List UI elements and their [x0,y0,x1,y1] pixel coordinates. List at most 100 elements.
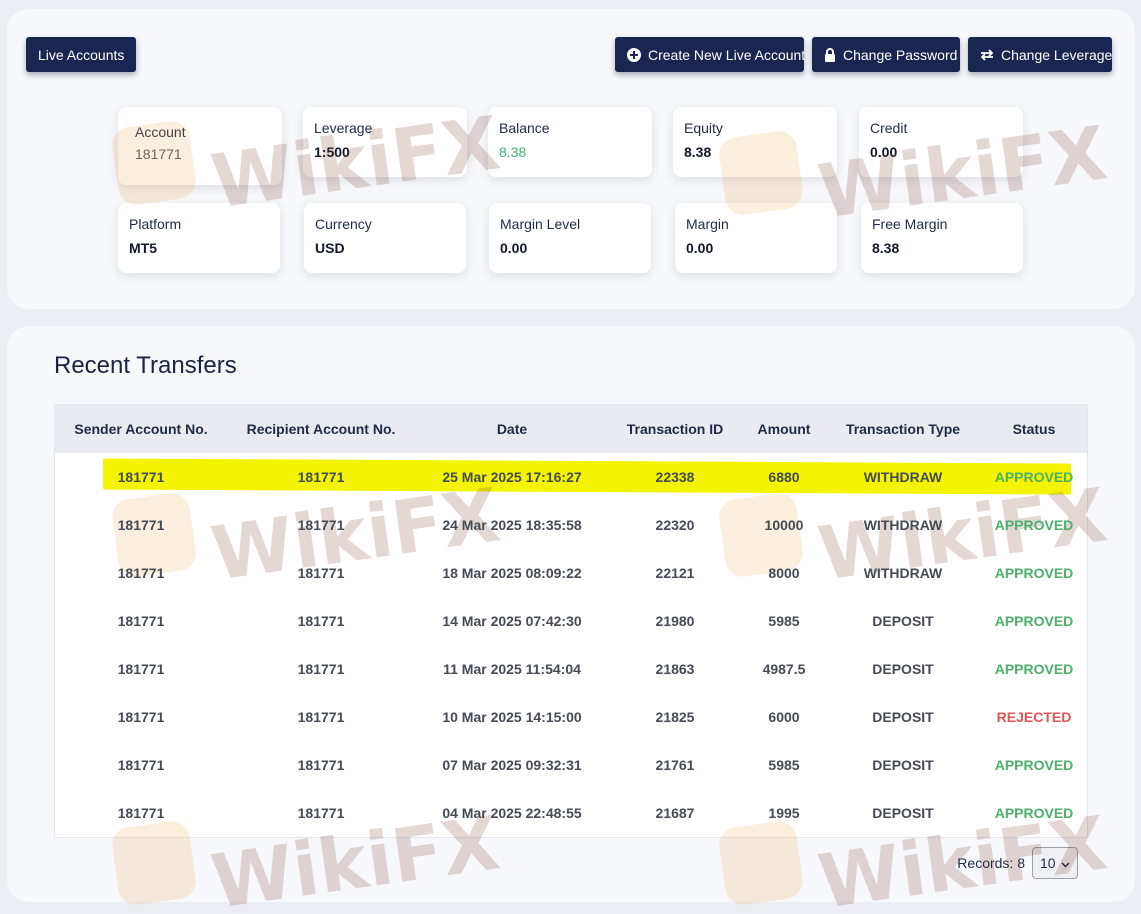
card-value: USD [315,240,345,256]
card-value: 8.38 [499,144,527,160]
card-label: Currency [315,216,372,232]
card-equity: Equity 8.38 [673,107,837,177]
card-label: Credit [870,120,908,136]
date-cell: 11 Mar 2025 11:54:04 [443,661,581,677]
sender-account-cell: 181771 [117,709,165,725]
transfers-table: Sender Account No. Recipient Account No.… [54,404,1088,838]
recipient-account-cell: 181771 [297,565,345,581]
card-free-margin: Free Margin 8.38 [861,203,1023,273]
column-header[interactable]: Transaction Type [827,405,979,453]
column-header[interactable]: Status [979,405,1087,453]
transaction-type-cell: WITHDRAW [863,469,943,485]
table-body: 181771 181771 25 Mar 2025 17:16:27 22338 688… [55,453,1087,837]
table-row[interactable]: 181771 181771 14 Mar 2025 07:42:30 21980 598… [55,597,1087,645]
transaction-type-cell: WITHDRAW [863,517,943,533]
live-accounts-label: Live Accounts [38,46,125,63]
amount-cell: 1995 [768,805,800,821]
table-row[interactable]: 181771 181771 04 Mar 2025 22:48:55 21687 199… [55,789,1087,837]
column-header[interactable]: Amount [741,405,827,453]
card-margin: Margin 0.00 [675,203,837,273]
table-row[interactable]: 181771 181771 18 Mar 2025 08:09:22 22121 800… [55,549,1087,597]
table-row[interactable]: 181771 181771 25 Mar 2025 17:16:27 22338 688… [55,453,1087,501]
plus-circle-icon [627,47,641,62]
recipient-account-cell: 181771 [297,805,345,821]
table-header-row: Sender Account No. Recipient Account No.… [55,405,1087,453]
sender-account-cell: 181771 [117,517,165,533]
create-new-live-account-label: Create New Live Account [648,46,806,63]
card-label: Leverage [314,120,373,136]
table-row[interactable]: 181771 181771 07 Mar 2025 09:32:31 21761 598… [55,741,1087,789]
card-label: Margin [686,216,729,232]
column-header[interactable]: Recipient Account No. [227,405,415,453]
card-value: 0.00 [686,240,714,256]
sender-account-cell: 181771 [117,565,165,581]
column-header[interactable]: Date [415,405,609,453]
live-accounts-button[interactable]: Live Accounts [26,37,137,72]
status-cell: APPROVED [994,469,1074,485]
sender-account-cell: 181771 [117,805,165,821]
card-value: 181771 [135,146,182,162]
recipient-account-cell: 181771 [297,709,345,725]
transaction-type-cell: DEPOSIT [872,805,934,821]
card-label: Margin Level [500,216,581,232]
status-cell: APPROVED [994,757,1074,773]
card-value: 0.00 [500,240,528,256]
records-count: Records: 8 [957,855,1025,871]
transaction-id-cell: 22121 [655,565,695,581]
date-cell: 07 Mar 2025 09:32:31 [442,757,582,773]
transaction-type-cell: DEPOSIT [872,757,934,773]
card-value: 1:500 [314,144,350,160]
date-cell: 04 Mar 2025 22:48:55 [442,805,582,821]
table-row[interactable]: 181771 181771 24 Mar 2025 18:35:58 22320 100… [55,501,1087,549]
card-leverage: Leverage 1:500 [303,107,467,177]
sender-account-cell: 181771 [117,757,165,773]
card-value: 8.38 [872,240,900,256]
date-cell: 10 Mar 2025 14:15:00 [442,709,582,725]
table-row[interactable]: 181771 181771 11 Mar 2025 11:54:04 21863 498… [55,645,1087,693]
transaction-id-cell: 21761 [655,757,695,773]
transaction-id-cell: 21980 [655,613,695,629]
page-size-value: 10 [1040,855,1056,871]
transaction-id-cell: 21863 [655,661,695,677]
amount-cell: 6000 [768,709,800,725]
date-cell: 18 Mar 2025 08:09:22 [442,565,582,581]
amount-cell: 5985 [768,757,800,773]
transaction-type-cell: DEPOSIT [872,613,934,629]
amount-cell: 4987.5 [762,661,806,677]
recipient-account-cell: 181771 [297,757,345,773]
change-leverage-label: Change Leverage [1001,46,1113,63]
card-label: Equity [684,120,723,136]
chevron-down-icon [1061,855,1070,871]
table-row[interactable]: 181771 181771 10 Mar 2025 14:15:00 21825 600… [55,693,1087,741]
card-margin-level: Margin Level 0.00 [489,203,651,273]
transaction-type-cell: DEPOSIT [872,709,934,725]
date-cell: 24 Mar 2025 18:35:58 [442,517,582,533]
amount-cell: 10000 [764,517,804,533]
card-value: 0.00 [870,144,898,160]
create-new-live-account-button[interactable]: Create New Live Account [615,37,806,72]
lock-icon [824,47,836,62]
amount-cell: 5985 [768,613,800,629]
account-summary-panel: Live Accounts Create New Live Account Ch… [7,9,1135,309]
card-value: 8.38 [684,144,712,160]
page-size-select[interactable]: 10 [1032,847,1078,879]
amount-cell: 6880 [768,469,800,485]
status-cell: APPROVED [994,517,1074,533]
status-cell: REJECTED [996,709,1072,725]
recipient-account-cell: 181771 [297,661,345,677]
card-label: Account [135,124,186,140]
status-cell: APPROVED [994,805,1074,821]
transaction-id-cell: 22338 [655,469,695,485]
column-header[interactable]: Sender Account No. [55,405,227,453]
card-value: MT5 [129,240,157,256]
transaction-type-cell: WITHDRAW [863,565,943,581]
transaction-type-cell: DEPOSIT [872,661,934,677]
page-title: Recent Transfers [54,352,237,379]
card-platform: Platform MT5 [118,203,280,273]
change-leverage-button[interactable]: Change Leverage [968,37,1112,72]
date-cell: 14 Mar 2025 07:42:30 [442,613,582,629]
card-account: Account 181771 [118,107,282,185]
column-header[interactable]: Transaction ID [609,405,741,453]
status-cell: APPROVED [994,661,1074,677]
change-password-button[interactable]: Change Password [812,37,960,72]
